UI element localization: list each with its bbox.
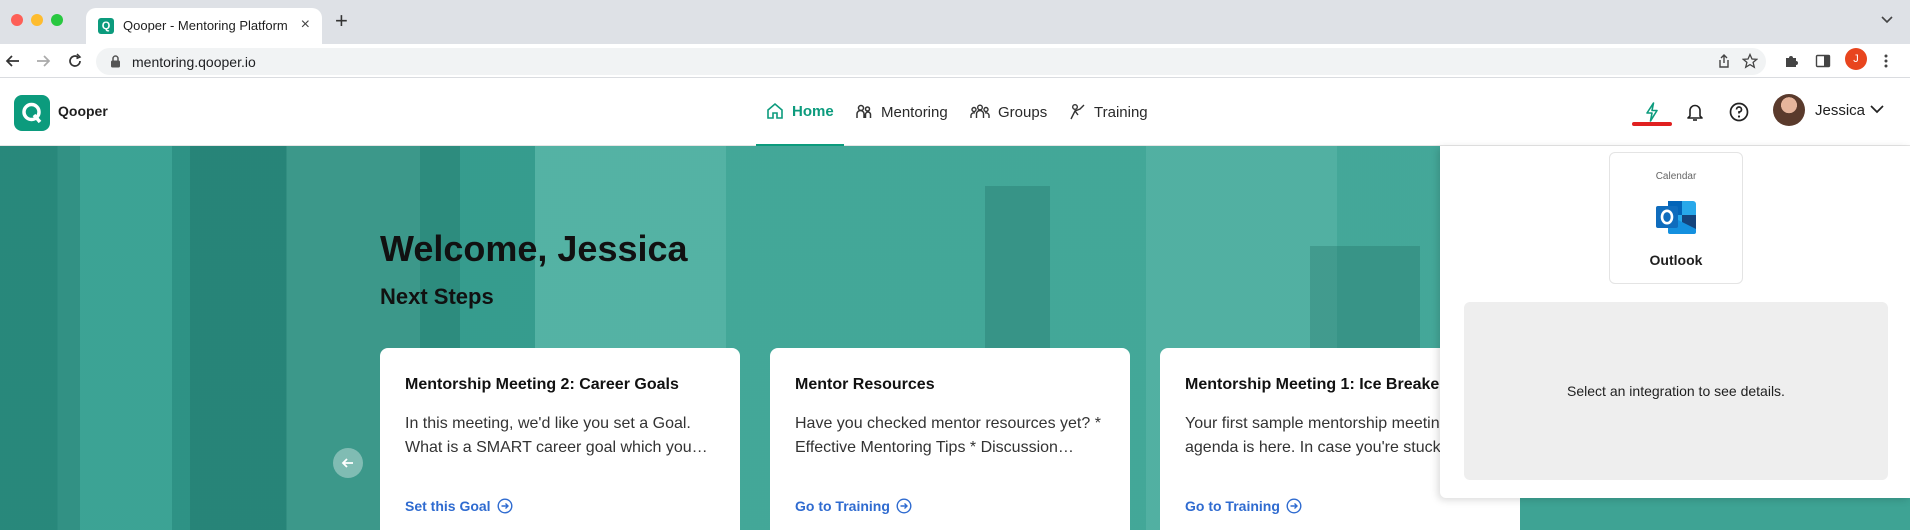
next-step-card[interactable]: Mentorship Meeting 2: Career Goals In th… bbox=[380, 348, 740, 530]
close-window-button[interactable] bbox=[11, 14, 23, 26]
card-title: Mentorship Meeting 1: Ice Breakers bbox=[1185, 376, 1455, 393]
app-header: Qooper Home Mentoring Groups Training Je… bbox=[0, 78, 1910, 146]
welcome-heading: Welcome, Jessica bbox=[380, 228, 688, 269]
browser-tab-bar: Q Qooper - Mentoring Platform × + bbox=[0, 0, 1910, 44]
arrow-circle-right-icon bbox=[497, 498, 513, 514]
integration-name: Outlook bbox=[1649, 252, 1703, 268]
lock-icon bbox=[111, 55, 120, 68]
brand-name: Qooper bbox=[58, 103, 108, 119]
card-action-link[interactable]: Set this Goal bbox=[405, 498, 513, 514]
card-title: Mentor Resources bbox=[795, 376, 935, 393]
nav-training-label: Training bbox=[1094, 103, 1148, 121]
forward-arrow-icon bbox=[37, 55, 51, 67]
qooper-favicon-icon: Q bbox=[98, 18, 114, 34]
notifications-button[interactable] bbox=[1683, 100, 1707, 124]
building-silhouette bbox=[0, 146, 80, 530]
active-indicator-underline bbox=[1632, 122, 1672, 126]
carousel-prev-button[interactable] bbox=[333, 448, 363, 478]
outlook-icon bbox=[1656, 201, 1696, 234]
user-name[interactable]: Jessica bbox=[1815, 102, 1865, 119]
qooper-logo[interactable] bbox=[14, 95, 50, 131]
integrations-button[interactable] bbox=[1640, 100, 1664, 124]
home-icon bbox=[767, 102, 783, 119]
nav-groups-label: Groups bbox=[998, 103, 1048, 121]
help-icon bbox=[1729, 102, 1749, 122]
tab-title: Qooper - Mentoring Platform bbox=[123, 18, 288, 33]
next-steps-heading: Next Steps bbox=[380, 284, 494, 309]
card-body: Have you checked mentor resources yet? *… bbox=[795, 415, 1101, 456]
groups-icon bbox=[970, 104, 990, 118]
arrow-left-icon bbox=[341, 458, 353, 468]
browser-profile-avatar[interactable]: J bbox=[1845, 48, 1867, 70]
help-button[interactable] bbox=[1727, 100, 1751, 124]
user-avatar[interactable] bbox=[1773, 94, 1805, 126]
arrow-circle-right-icon bbox=[1286, 498, 1302, 514]
training-icon bbox=[1070, 104, 1085, 120]
tab-close-icon[interactable]: × bbox=[301, 16, 310, 34]
share-icon[interactable] bbox=[1716, 53, 1732, 69]
nav-training[interactable]: Training bbox=[1068, 78, 1148, 146]
card-action-label: Go to Training bbox=[795, 498, 890, 514]
mentoring-icon bbox=[856, 104, 872, 118]
address-bar[interactable]: mentoring.qooper.io bbox=[96, 48, 1766, 75]
nav-mentoring-label: Mentoring bbox=[881, 103, 948, 121]
integration-tile-outlook[interactable]: Calendar Outlook bbox=[1609, 152, 1743, 284]
nav-groups[interactable]: Groups bbox=[970, 78, 1047, 146]
tab-search-chevron-icon[interactable] bbox=[1880, 12, 1894, 26]
card-title: Mentorship Meeting 2: Career Goals bbox=[405, 376, 679, 393]
browser-toolbar: mentoring.qooper.io bbox=[0, 44, 1910, 78]
arrow-circle-right-icon bbox=[896, 498, 912, 514]
bookmark-star-icon[interactable] bbox=[1742, 53, 1758, 69]
browser-tab[interactable]: Q Qooper - Mentoring Platform × bbox=[86, 8, 322, 44]
maximize-window-button[interactable] bbox=[51, 14, 63, 26]
bell-icon bbox=[1687, 104, 1703, 121]
card-action-link[interactable]: Go to Training bbox=[1185, 498, 1302, 514]
nav-home[interactable]: Home bbox=[756, 78, 844, 146]
nav-mentoring[interactable]: Mentoring bbox=[855, 78, 948, 146]
new-tab-button[interactable]: + bbox=[335, 10, 348, 32]
back-arrow-icon bbox=[5, 55, 19, 67]
integration-details-panel: Select an integration to see details. bbox=[1464, 302, 1888, 480]
back-button[interactable] bbox=[2, 50, 24, 72]
next-step-card[interactable]: Mentor Resources Have you checked mentor… bbox=[770, 348, 1130, 530]
card-action-label: Go to Training bbox=[1185, 498, 1280, 514]
integration-category: Calendar bbox=[1655, 171, 1697, 182]
integrations-dropdown: Calendar Outlook Select an integration t… bbox=[1440, 146, 1910, 498]
side-panel-icon[interactable] bbox=[1815, 53, 1831, 69]
forward-button[interactable] bbox=[32, 50, 54, 72]
card-body: In this meeting, we'd like you set a Goa… bbox=[405, 415, 708, 456]
extensions-puzzle-icon[interactable] bbox=[1783, 53, 1799, 69]
lightning-bolt-icon bbox=[1646, 102, 1658, 122]
minimize-window-button[interactable] bbox=[31, 14, 43, 26]
nav-home-label: Home bbox=[792, 102, 834, 120]
chevron-down-icon[interactable] bbox=[1870, 104, 1884, 114]
url-text: mentoring.qooper.io bbox=[132, 54, 256, 70]
card-action-label: Set this Goal bbox=[405, 498, 491, 514]
card-action-link[interactable]: Go to Training bbox=[795, 498, 912, 514]
reload-icon bbox=[69, 53, 82, 67]
qooper-logo-icon bbox=[22, 102, 42, 124]
reload-button[interactable] bbox=[64, 50, 86, 72]
browser-menu-icon[interactable] bbox=[1883, 53, 1889, 69]
